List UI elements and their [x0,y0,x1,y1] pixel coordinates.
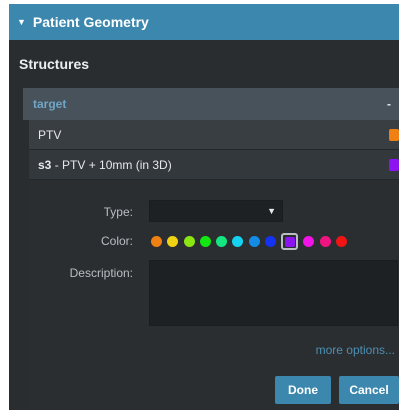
color-swatch[interactable] [303,236,315,247]
done-button[interactable]: Done [275,376,331,404]
structure-group-target[interactable]: target - [23,88,399,120]
structure-editor: Type: ▼ Color: Description: more options… [29,180,399,410]
collapse-icon[interactable]: - [387,97,391,111]
panel-title: Patient Geometry [32,14,149,30]
color-swatch[interactable] [248,236,260,247]
color-swatch[interactable] [319,236,331,247]
color-swatch[interactable] [199,236,211,247]
description-label: Description: [69,266,133,280]
color-label: Color: [100,234,133,248]
structure-name: PTV [38,127,62,142]
structure-name: s3 - PTV + 10mm (in 3D) [38,157,172,172]
color-swatch[interactable] [183,236,195,247]
color-swatch[interactable] [335,236,347,247]
more-options-link[interactable]: more options... [316,343,395,357]
color-swatch[interactable] [232,236,244,247]
color-swatch[interactable] [151,236,162,247]
cancel-button[interactable]: Cancel [339,376,399,404]
group-label: target [33,97,67,111]
structure-row-ptv[interactable]: PTV [29,120,399,150]
patient-geometry-panel: ▼ Patient Geometry Structures target - P… [9,4,399,410]
selected-color-fill [284,236,295,247]
structure-color-swatch [389,128,399,141]
chevron-down-icon: ▼ [267,206,276,216]
type-label: Type: [103,205,133,219]
structures-title: Structures [19,56,90,72]
triangle-down-icon: ▼ [17,16,26,27]
color-swatch[interactable] [167,236,179,247]
description-input[interactable] [149,260,398,326]
structure-row-s3[interactable]: s3 - PTV + 10mm (in 3D) [29,150,399,180]
type-select[interactable]: ▼ [149,200,283,222]
patient-geometry-header[interactable]: ▼ Patient Geometry [9,4,399,40]
structure-color-swatch [389,158,399,171]
color-swatch[interactable] [216,236,228,247]
color-palette [151,233,352,250]
structure-list: PTV s3 - PTV + 10mm (in 3D) [29,120,399,180]
color-swatch[interactable] [265,236,277,247]
color-swatch-selected[interactable] [281,233,299,250]
